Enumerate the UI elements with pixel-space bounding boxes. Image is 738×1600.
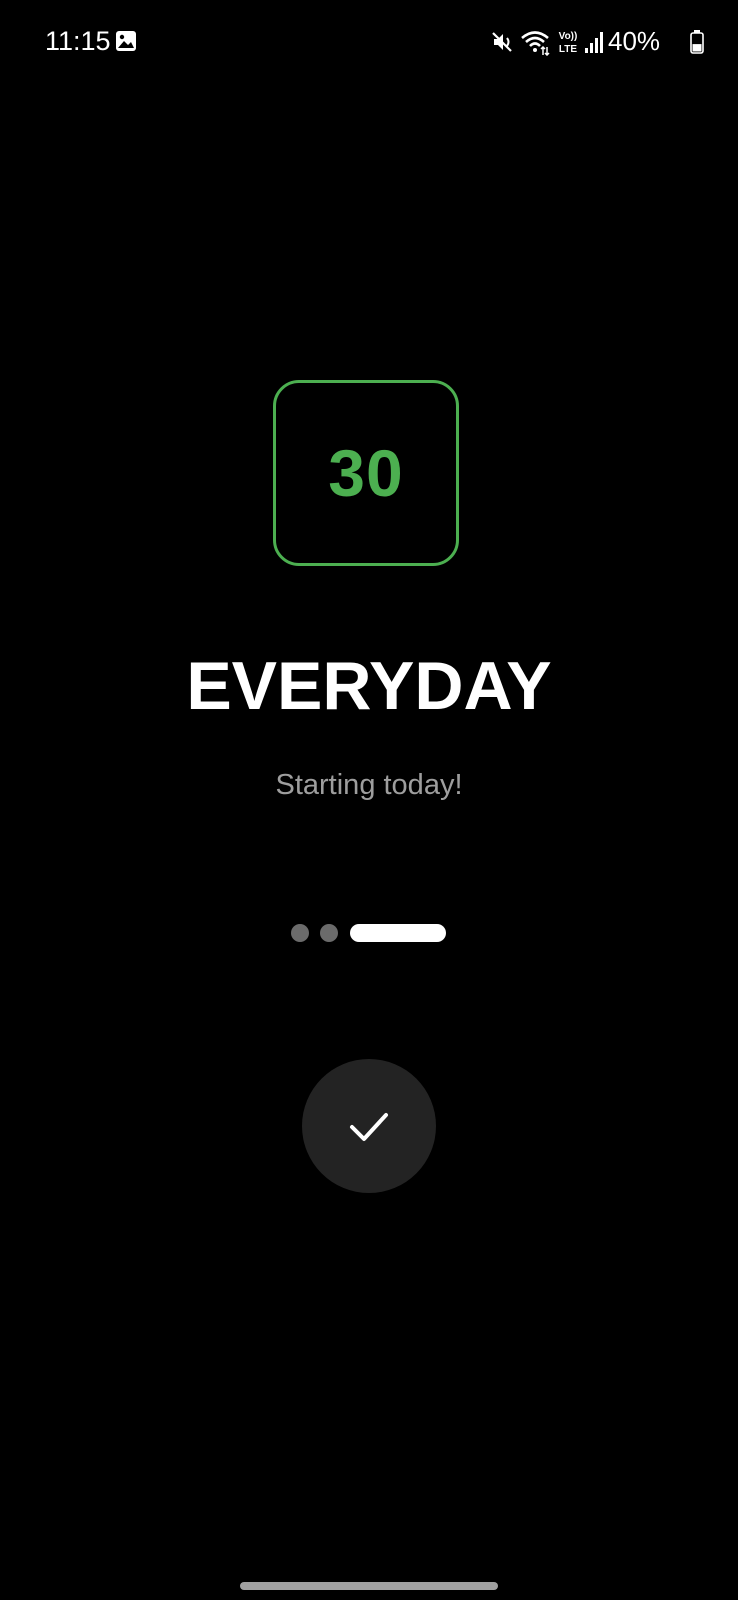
- status-icons: Vo)) LTE 40%: [478, 22, 738, 60]
- check-icon: [350, 1113, 388, 1141]
- day-count-badge: 30: [273, 380, 459, 566]
- page-indicator-dot-active: [350, 924, 446, 942]
- svg-text:LTE: LTE: [559, 44, 577, 55]
- gallery-icon: [116, 31, 136, 51]
- volte-icon: Vo)) LTE: [559, 31, 578, 55]
- day-count-number: 30: [328, 436, 404, 510]
- confirm-button[interactable]: [302, 1059, 436, 1193]
- svg-text:Vo)): Vo)): [559, 31, 578, 42]
- status-bar: 11:15 Vo)) LTE 40%: [0, 0, 738, 84]
- page-indicator: [291, 923, 451, 943]
- page-title: EVERYDAY: [186, 648, 552, 724]
- battery-icon: [690, 30, 704, 54]
- home-gesture-handle[interactable]: [240, 1582, 498, 1590]
- page-subtitle: Starting today!: [275, 769, 463, 801]
- status-time: 11:15: [45, 26, 111, 56]
- mute-icon: [492, 32, 512, 52]
- page-indicator-dot: [320, 924, 338, 942]
- battery-percent: 40%: [608, 26, 661, 56]
- wifi-icon: [521, 31, 550, 56]
- page-indicator-dot: [291, 924, 309, 942]
- signal-icon: [585, 32, 603, 53]
